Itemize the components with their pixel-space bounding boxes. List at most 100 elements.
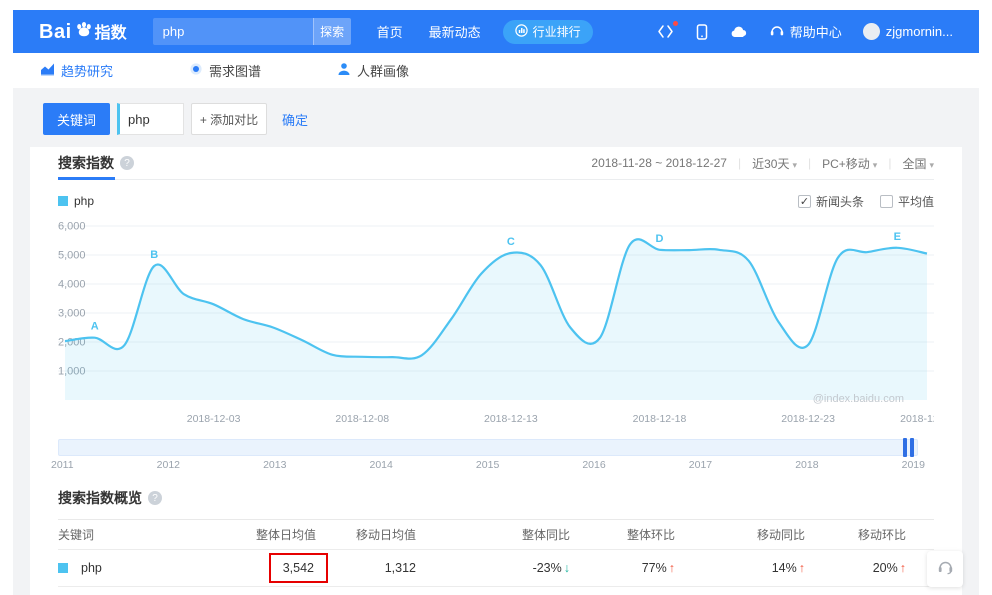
search-input[interactable] (153, 18, 313, 45)
news-marker-E[interactable]: E (894, 231, 901, 243)
column-header: 整体同比 (416, 526, 598, 543)
year-label: 2012 (157, 459, 180, 471)
average-checkbox[interactable]: 平均值 (880, 193, 934, 210)
chevron-down-icon: ▾ (873, 160, 878, 170)
column-header: 关键词 (58, 526, 238, 543)
subnav-label: 趋势研究 (61, 61, 113, 80)
logo-text-zhishu: 指数 (95, 19, 127, 43)
panel-header: 搜索指数 ? 2018-11-28 ~ 2018-12-27 | 近30天▾ |… (58, 147, 934, 180)
ranking-label: 行业排行 (533, 23, 581, 40)
baidu-index-app: Bai 指数 探索 首页 最新动态 行业排行 (13, 10, 979, 595)
news-marker-B[interactable]: B (150, 249, 158, 261)
news-headlines-checkbox[interactable]: ✓新闻头条 (798, 193, 864, 210)
overview-title: 搜索指数概览 (58, 488, 142, 508)
person-icon (337, 62, 351, 79)
help-question-icon[interactable]: ? (120, 156, 134, 170)
overlay-checkboxes: ✓新闻头条 平均值 (798, 193, 934, 210)
logo-text-bai: Bai (39, 21, 72, 44)
code-brackets-icon[interactable] (657, 24, 674, 39)
help-center-label: 帮助中心 (790, 22, 842, 41)
metric-cell: 77%↑ (598, 561, 703, 575)
table-body: php3,5421,312-23%↓77%↑14%↑20%↑ (58, 550, 934, 587)
slider-handle-left[interactable] (903, 438, 907, 457)
trend-chart-svg[interactable]: 1,0002,0003,0004,0005,0006,000ABCDE2018-… (58, 214, 934, 428)
content-area: 关键词 + 添加对比 确定 搜索指数 ? 2018-11-28 ~ 2018-1… (13, 88, 979, 595)
mobile-icon[interactable] (695, 24, 709, 40)
x-axis-label: 2018-12-18 (633, 413, 687, 425)
nav-link-home[interactable]: 首页 (377, 22, 403, 41)
keyword-button[interactable]: 关键词 (43, 103, 110, 135)
top-navbar: Bai 指数 探索 首页 最新动态 行业排行 (13, 10, 979, 53)
baidu-paw-icon (74, 21, 94, 42)
help-question-icon[interactable]: ? (148, 491, 162, 505)
column-header: 整体环比 (598, 526, 703, 543)
metric-cell: -23%↓ (416, 561, 598, 575)
legend-label: php (74, 194, 94, 208)
timeline-slider[interactable] (58, 439, 918, 456)
date-range[interactable]: 2018-11-28 ~ 2018-12-27 (591, 156, 727, 170)
news-marker-A[interactable]: A (91, 321, 99, 333)
help-center[interactable]: 帮助中心 (769, 22, 842, 41)
y-axis-label: 4,000 (58, 279, 86, 291)
year-label: 2016 (582, 459, 605, 471)
year-label: 2017 (689, 459, 712, 471)
year-label: 2019 (902, 459, 925, 471)
chevron-down-icon: ▾ (929, 160, 934, 170)
add-compare-button[interactable]: + 添加对比 (191, 103, 267, 135)
tab-search-index[interactable]: 搜索指数 (58, 147, 114, 179)
tab-label: 搜索指数 (58, 153, 114, 173)
x-axis-label: 2018-12-03 (187, 413, 241, 425)
column-header: 移动同比 (703, 526, 833, 543)
subnav-audience-profile[interactable]: 人群画像 (337, 61, 409, 80)
slider-handle-right[interactable] (910, 438, 914, 457)
confirm-link[interactable]: 确定 (282, 110, 308, 129)
subnav-demand-graph[interactable]: 需求图谱 (189, 61, 261, 80)
metric-cell: 1,312 (316, 561, 416, 575)
chevron-down-icon: ▾ (792, 160, 797, 170)
x-axis-label: 2018-12-08 (335, 413, 389, 425)
timeline-years: 201120122013201420152016201720182019 (51, 459, 925, 471)
overview-table: 关键词整体日均值移动日均值整体同比整体环比移动同比移动环比 php3,5421,… (58, 519, 934, 587)
notification-dot (673, 21, 678, 26)
overview-section: 搜索指数概览 ? 关键词整体日均值移动日均值整体同比整体环比移动同比移动环比 p… (58, 485, 934, 587)
up-arrow-icon: ↑ (799, 561, 805, 575)
trend-chart-icon (40, 62, 55, 79)
down-arrow-icon: ↓ (564, 561, 570, 575)
legend-row: php ✓新闻头条 平均值 (58, 192, 934, 210)
column-header: 移动日均值 (316, 526, 416, 543)
chart-controls: 2018-11-28 ~ 2018-12-27 | 近30天▾ | PC+移动▾… (591, 155, 934, 172)
username: zjgmornin... (886, 24, 953, 39)
news-marker-C[interactable]: C (507, 236, 515, 248)
metric-cell: 3,542 (238, 561, 316, 575)
watermark: @index.baidu.com (813, 393, 904, 405)
user-account[interactable]: zjgmornin... (863, 23, 953, 40)
radio-dot-icon (189, 62, 203, 79)
series-area (65, 239, 927, 400)
news-marker-D[interactable]: D (656, 233, 664, 245)
customer-service-button[interactable] (927, 551, 963, 587)
year-label: 2011 (51, 459, 74, 471)
keyword-input[interactable] (117, 103, 184, 135)
up-arrow-icon: ↑ (669, 561, 675, 575)
device-select[interactable]: PC+移动▾ (822, 155, 877, 172)
subnav-label: 需求图谱 (209, 61, 261, 80)
table-row: php3,5421,312-23%↓77%↑14%↑20%↑ (58, 550, 934, 587)
cloud-icon[interactable] (730, 25, 748, 39)
overview-header: 搜索指数概览 ? (58, 485, 934, 511)
search-button[interactable]: 探索 (313, 18, 351, 45)
divider: | (888, 156, 891, 170)
column-header: 移动环比 (833, 526, 934, 543)
trend-chart[interactable]: 1,0002,0003,0004,0005,0006,000ABCDE2018-… (58, 214, 934, 433)
metric-value: 20% (873, 561, 898, 575)
nav-link-latest-news[interactable]: 最新动态 (429, 22, 481, 41)
y-axis-label: 3,000 (58, 308, 86, 320)
metric-cell: 14%↑ (703, 561, 833, 575)
ranking-icon (515, 24, 528, 40)
industry-ranking-button[interactable]: 行业排行 (503, 20, 593, 44)
time-range-select[interactable]: 近30天▾ (752, 155, 797, 172)
region-select[interactable]: 全国▾ (902, 155, 934, 172)
subnav-trend-research[interactable]: 趋势研究 (40, 61, 113, 80)
baidu-index-logo[interactable]: Bai 指数 (39, 19, 127, 44)
year-label: 2015 (476, 459, 499, 471)
year-label: 2018 (795, 459, 818, 471)
